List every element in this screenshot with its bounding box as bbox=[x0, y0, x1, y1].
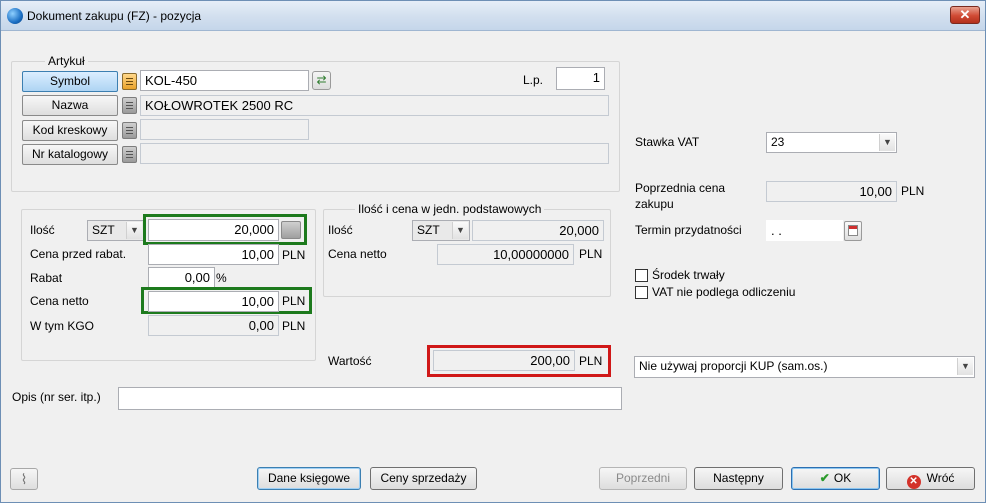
ceny-sprzedazy-button[interactable]: Ceny sprzedaży bbox=[370, 467, 477, 490]
cena-netto-label: Cena netto bbox=[30, 294, 89, 308]
kgo-unit: PLN bbox=[282, 319, 306, 333]
kup-proporcja-select[interactable]: Nie używaj proporcji KUP (sam.os.) ▼ bbox=[634, 356, 975, 378]
srodek-trwaly-checkbox[interactable] bbox=[635, 269, 648, 282]
kgo-value: 0,00 bbox=[148, 315, 279, 336]
wartosc-label: Wartość bbox=[328, 354, 372, 368]
close-button[interactable]: ✕ bbox=[950, 6, 980, 24]
symbol-input[interactable]: KOL-450 bbox=[140, 70, 309, 91]
dialog-window: Dokument zakupu (FZ) - pozycja ✕ Artykuł… bbox=[0, 0, 986, 503]
nazwa-list-icon[interactable] bbox=[122, 97, 137, 114]
wartosc-value: 200,00 bbox=[433, 350, 575, 371]
kup-proporcja-value: Nie używaj proporcji KUP (sam.os.) bbox=[639, 359, 828, 373]
expiry-input[interactable]: . . bbox=[766, 220, 843, 241]
title-bar: Dokument zakupu (FZ) - pozycja ✕ bbox=[1, 1, 985, 31]
base-units-group-title: Ilość i cena w jedn. podstawowych bbox=[355, 202, 545, 216]
kod-kreskowy-input[interactable] bbox=[140, 119, 309, 140]
ilosc-details-icon[interactable] bbox=[281, 221, 301, 239]
base-ilosc-unit-select[interactable]: SZT ▼ bbox=[412, 220, 470, 241]
symbol-button[interactable]: Symbol bbox=[22, 71, 118, 92]
prev-price-label: Poprzednia cena bbox=[635, 181, 726, 195]
stawka-vat-label: Stawka VAT bbox=[635, 135, 700, 149]
cancel-icon: ✕ bbox=[906, 475, 921, 489]
cena-przed-input[interactable]: 10,00 bbox=[148, 244, 279, 265]
vat-nie-podlega-label: VAT nie podlega odliczeniu bbox=[652, 285, 796, 299]
nr-katalogowy-input[interactable] bbox=[140, 143, 609, 164]
ilosc-unit-value: SZT bbox=[92, 223, 115, 237]
opis-input[interactable] bbox=[118, 387, 622, 410]
prev-price-value: 10,00 bbox=[766, 181, 897, 202]
lp-input[interactable]: 1 bbox=[556, 67, 605, 90]
kod-kreskowy-button[interactable]: Kod kreskowy bbox=[22, 120, 118, 141]
stawka-vat-value: 23 bbox=[771, 135, 785, 149]
ok-button-label: OK bbox=[833, 471, 852, 485]
prev-price-label-2: zakupu bbox=[635, 197, 674, 211]
kgo-label: W tym KGO bbox=[30, 319, 94, 333]
rabat-label: Rabat bbox=[30, 271, 63, 285]
wartosc-unit: PLN bbox=[579, 354, 603, 368]
symbol-list-icon[interactable] bbox=[122, 73, 137, 90]
rabat-input[interactable]: 0,00 bbox=[148, 267, 215, 288]
base-ilosc-unit-value: SZT bbox=[417, 223, 440, 237]
chevron-down-icon[interactable]: ▼ bbox=[879, 134, 895, 151]
cena-netto-input[interactable]: 10,00 bbox=[148, 291, 279, 312]
wroc-button[interactable]: ✕ Wróć bbox=[886, 467, 975, 490]
dane-ksiegowe-button[interactable]: Dane księgowe bbox=[257, 467, 361, 490]
artykul-group-title: Artykuł bbox=[45, 54, 88, 68]
calendar-icon[interactable] bbox=[844, 221, 862, 241]
base-cena-unit: PLN bbox=[579, 247, 603, 261]
prev-price-unit: PLN bbox=[901, 184, 925, 198]
expiry-label: Termin przydatności bbox=[635, 223, 742, 237]
base-cena-label: Cena netto bbox=[328, 247, 387, 261]
cena-przed-label: Cena przed rabat. bbox=[30, 247, 127, 261]
chevron-down-icon[interactable]: ▼ bbox=[126, 222, 142, 239]
window-title: Dokument zakupu (FZ) - pozycja bbox=[27, 9, 202, 23]
wroc-button-label: Wróć bbox=[926, 471, 955, 485]
cena-przed-unit: PLN bbox=[282, 248, 306, 262]
app-logo-icon bbox=[7, 8, 23, 24]
paperclip-icon[interactable]: ⌇ bbox=[10, 468, 38, 490]
opis-label: Opis (nr ser. itp.) bbox=[12, 390, 101, 404]
ilosc-label: Ilość bbox=[30, 223, 55, 237]
poprzedni-button[interactable]: Poprzedni bbox=[599, 467, 687, 490]
nr-katalogowy-button[interactable]: Nr katalogowy bbox=[22, 144, 118, 165]
lp-label: L.p. bbox=[523, 73, 544, 87]
nastepny-button[interactable]: Następny bbox=[694, 467, 783, 490]
chevron-down-icon[interactable]: ▼ bbox=[957, 358, 973, 375]
ok-button[interactable]: ✔ OK bbox=[791, 467, 880, 490]
nazwa-button[interactable]: Nazwa bbox=[22, 95, 118, 116]
base-ilosc-value: 20,000 bbox=[472, 220, 604, 241]
nazwa-input[interactable]: KOŁOWROTEK 2500 RC bbox=[140, 95, 609, 116]
ilosc-unit-select[interactable]: SZT ▼ bbox=[87, 220, 144, 241]
kod-list-icon[interactable] bbox=[122, 122, 137, 139]
checkmark-icon: ✔ bbox=[819, 471, 830, 485]
rabat-unit: % bbox=[216, 271, 227, 285]
stawka-vat-select[interactable]: 23 ▼ bbox=[766, 132, 897, 153]
vat-nie-podlega-checkbox[interactable] bbox=[635, 286, 648, 299]
ilosc-input[interactable]: 20,000 bbox=[148, 219, 279, 241]
base-ilosc-label: Ilość bbox=[328, 223, 353, 237]
cena-netto-unit: PLN bbox=[282, 294, 306, 308]
refresh-icon[interactable]: ⇄ bbox=[312, 71, 331, 90]
chevron-down-icon[interactable]: ▼ bbox=[452, 222, 468, 239]
base-cena-value: 10,00000000 bbox=[437, 244, 574, 265]
nr-kat-list-icon[interactable] bbox=[122, 146, 137, 163]
srodek-trwaly-label: Środek trwały bbox=[652, 268, 725, 282]
